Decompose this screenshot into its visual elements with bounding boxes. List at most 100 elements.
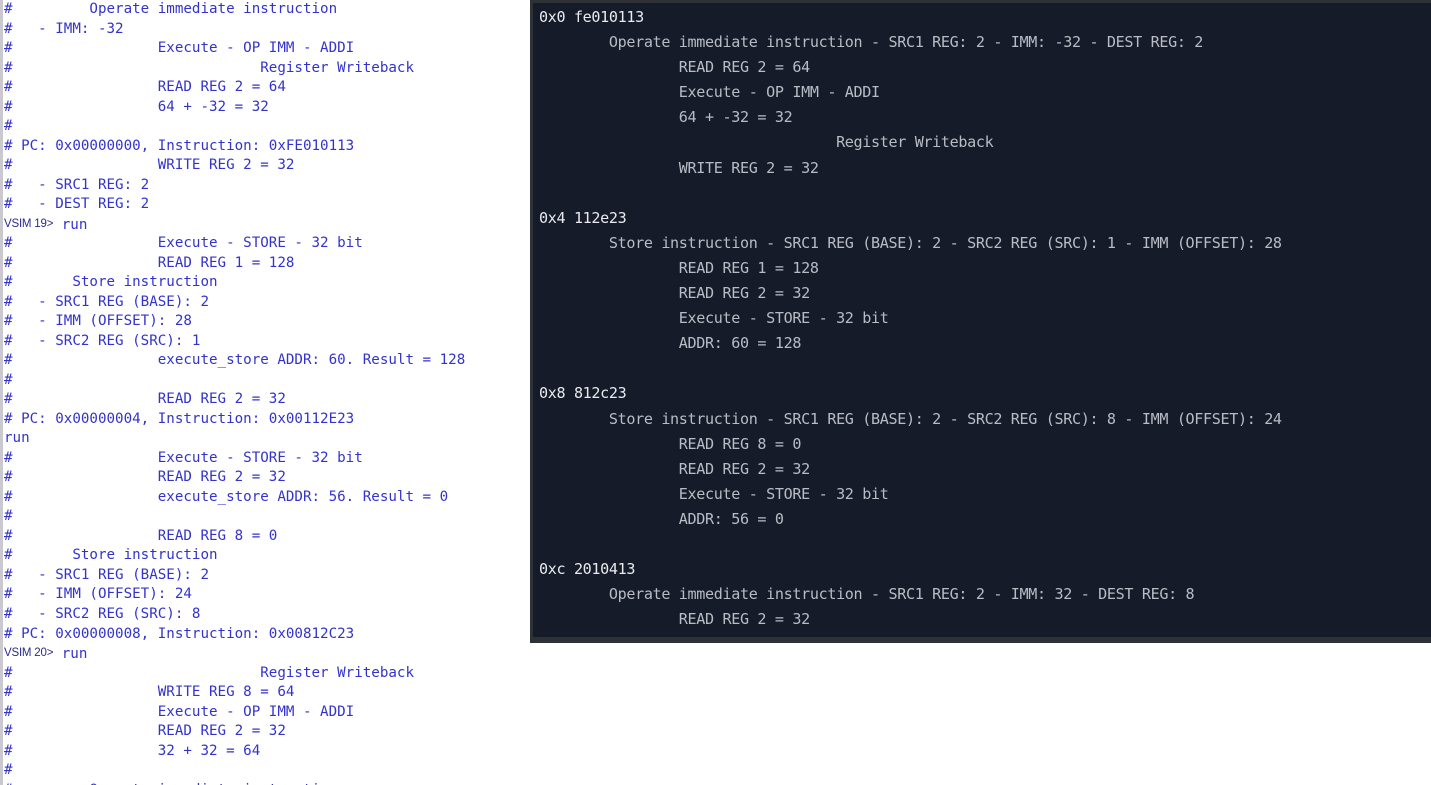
transcript-line-text: # WRITE REG 8 = 64 (4, 684, 295, 701)
transcript-line-text: # Register Writeback (4, 59, 414, 76)
terminal-detail-line: ADDR: 56 = 0 (539, 509, 784, 528)
transcript-line-text: # - SRC1 REG (BASE): 2 (4, 566, 209, 583)
terminal-detail-line: READ REG 2 = 32 (539, 284, 810, 303)
transcript-line-text: # execute_store ADDR: 60. Result = 128 (4, 352, 466, 369)
transcript-log-line: # 64 + -32 = 32 (4, 98, 540, 118)
terminal-detail-line: Execute - OP IMM - ADDI (539, 83, 880, 102)
transcript-line-text: # 64 + -32 = 32 (4, 98, 269, 115)
transcript-line-text: # - SRC2 REG (SRC): 8 (4, 605, 201, 622)
transcript-line-text: # execute_store ADDR: 56. Result = 0 (4, 488, 449, 505)
transcript-log-line: # READ REG 2 = 32 (4, 722, 540, 742)
terminal-detail-line: Execute - OP IMM - ADDI (539, 632, 1431, 637)
transcript-log-line: # WRITE REG 8 = 64 (4, 683, 540, 703)
transcript-log-line: # Operate immediate instruction (4, 781, 540, 785)
transcript-prompt-line: VSIM 20> run (4, 644, 540, 664)
transcript-log-line: # Execute - OP IMM - ADDI (4, 39, 540, 59)
transcript-line-text: # 32 + 32 = 64 (4, 742, 261, 759)
simulator-transcript-panel[interactable]: # Operate immediate instruction # - IMM: … (0, 0, 540, 785)
terminal-detail-line: Register Writeback (539, 133, 994, 152)
transcript-line-text: # Execute - OP IMM - ADDI (4, 40, 355, 57)
vsim-prompt-label: VSIM 20> (4, 647, 54, 660)
terminal-detail-line: READ REG 2 = 32 (539, 610, 810, 629)
transcript-line-text: # Execute - OP IMM - ADDI (4, 703, 355, 720)
vsim-command-text: run (61, 216, 88, 233)
terminal-output-content: 0x0 fe010113 Operate immediate instructi… (533, 3, 1431, 637)
transcript-log-line: # PC: 0x00000004, Instruction: 0x00112E2… (4, 410, 540, 430)
terminal-detail-line: READ REG 1 = 128 (539, 258, 819, 277)
transcript-log-line: # Operate immediate instruction (4, 0, 540, 20)
transcript-log-line: # - SRC2 REG (SRC): 1 (4, 332, 540, 352)
transcript-log-line: # - DEST REG: 2 (4, 195, 540, 215)
transcript-line-text: # READ REG 2 = 64 (4, 79, 286, 96)
transcript-log-line: # - SRC1 REG: 2 (4, 176, 540, 196)
transcript-left-border (0, 0, 3, 785)
transcript-log-line: # PC: 0x00000000, Instruction: 0xFE01011… (4, 137, 540, 157)
terminal-detail-line (539, 532, 1431, 557)
terminal-detail-line: READ REG 8 = 0 (539, 434, 802, 453)
terminal-detail-line: READ REG 2 = 64 (539, 58, 810, 77)
terminal-detail-line (539, 356, 1431, 381)
transcript-log-line: # (4, 761, 540, 781)
transcript-log-line: # Store instruction (4, 273, 540, 293)
transcript-log-line: # Execute - STORE - 32 bit (4, 234, 540, 254)
transcript-command-line: run (4, 429, 540, 449)
transcript-line-text: # Store instruction (4, 547, 218, 564)
transcript-log-line: # (4, 371, 540, 391)
transcript-line-text: # Execute - STORE - 32 bit (4, 449, 363, 466)
vsim-prompt-label: VSIM 19> (4, 217, 54, 230)
terminal-detail-line: READ REG 2 = 32 (539, 459, 810, 478)
transcript-line-text: # PC: 0x00000008, Instruction: 0x00812C2… (4, 625, 355, 642)
transcript-log-line: # Register Writeback (4, 664, 540, 684)
transcript-line-text: # - IMM: -32 (4, 20, 124, 37)
terminal-output-panel[interactable]: 0x0 fe010113 Operate immediate instructi… (530, 0, 1431, 643)
transcript-line-text: # READ REG 2 = 32 (4, 391, 286, 408)
transcript-log-line: # (4, 507, 540, 527)
terminal-detail-line: Store instruction - SRC1 REG (BASE): 2 -… (539, 233, 1282, 252)
transcript-prompt-line: VSIM 19> run (4, 215, 540, 235)
transcript-line-text: # Operate immediate instruction (4, 782, 337, 785)
transcript-log-line: # - IMM: -32 (4, 20, 540, 40)
terminal-detail-line (539, 181, 1431, 206)
transcript-log-line: # READ REG 2 = 64 (4, 78, 540, 98)
transcript-line-list: # Operate immediate instruction # - IMM: … (4, 0, 540, 785)
transcript-log-line: # READ REG 2 = 32 (4, 390, 540, 410)
transcript-line-text: # READ REG 1 = 128 (4, 254, 295, 271)
terminal-address-line: 0xc 2010413 (539, 560, 636, 579)
transcript-line-text: # (4, 371, 13, 388)
terminal-detail-line: Operate immediate instruction - SRC1 REG… (539, 33, 1204, 52)
terminal-detail-line: Execute - STORE - 32 bit (539, 309, 889, 328)
transcript-line-text: # - SRC2 REG (SRC): 1 (4, 332, 201, 349)
transcript-line-text: # - DEST REG: 2 (4, 196, 150, 213)
transcript-log-line: # Register Writeback (4, 59, 540, 79)
transcript-log-line: # Execute - OP IMM - ADDI (4, 703, 540, 723)
transcript-line-text: # (4, 762, 13, 779)
transcript-log-line: # READ REG 2 = 32 (4, 468, 540, 488)
transcript-log-line: # - IMM (OFFSET): 24 (4, 585, 540, 605)
transcript-line-text: # Execute - STORE - 32 bit (4, 235, 363, 252)
terminal-address-line: 0x4 112e23 (539, 208, 627, 227)
terminal-detail-line: Store instruction - SRC1 REG (BASE): 2 -… (539, 409, 1282, 428)
transcript-line-text: # READ REG 8 = 0 (4, 527, 278, 544)
transcript-log-line: # WRITE REG 2 = 32 (4, 156, 540, 176)
transcript-line-text: run (4, 430, 30, 447)
transcript-line-text: # (4, 508, 13, 525)
transcript-log-line: # READ REG 1 = 128 (4, 254, 540, 274)
terminal-detail-line: WRITE REG 2 = 32 (539, 158, 819, 177)
transcript-log-line: # 32 + 32 = 64 (4, 742, 540, 762)
transcript-line-text: # - SRC1 REG: 2 (4, 176, 150, 193)
terminal-detail-line: ADDR: 60 = 128 (539, 334, 802, 353)
transcript-line-text: # READ REG 2 = 32 (4, 469, 286, 486)
transcript-line-text: # Operate immediate instruction (4, 1, 338, 17)
transcript-log-line: # PC: 0x00000008, Instruction: 0x00812C2… (4, 625, 540, 645)
transcript-line-text: # - SRC1 REG (BASE): 2 (4, 293, 209, 310)
transcript-line-text: # Store instruction (4, 274, 218, 291)
transcript-log-line: # (4, 117, 540, 137)
transcript-log-line: # Store instruction (4, 546, 540, 566)
terminal-address-line: 0x0 fe010113 (539, 8, 644, 26)
transcript-line-text: # (4, 118, 13, 135)
transcript-log-line: # execute_store ADDR: 60. Result = 128 (4, 351, 540, 371)
transcript-line-text: # - IMM (OFFSET): 28 (4, 313, 192, 330)
terminal-address-line: 0x8 812c23 (539, 384, 627, 403)
terminal-detail-line: 64 + -32 = 32 (539, 108, 793, 127)
transcript-log-line: # - SRC1 REG (BASE): 2 (4, 566, 540, 586)
